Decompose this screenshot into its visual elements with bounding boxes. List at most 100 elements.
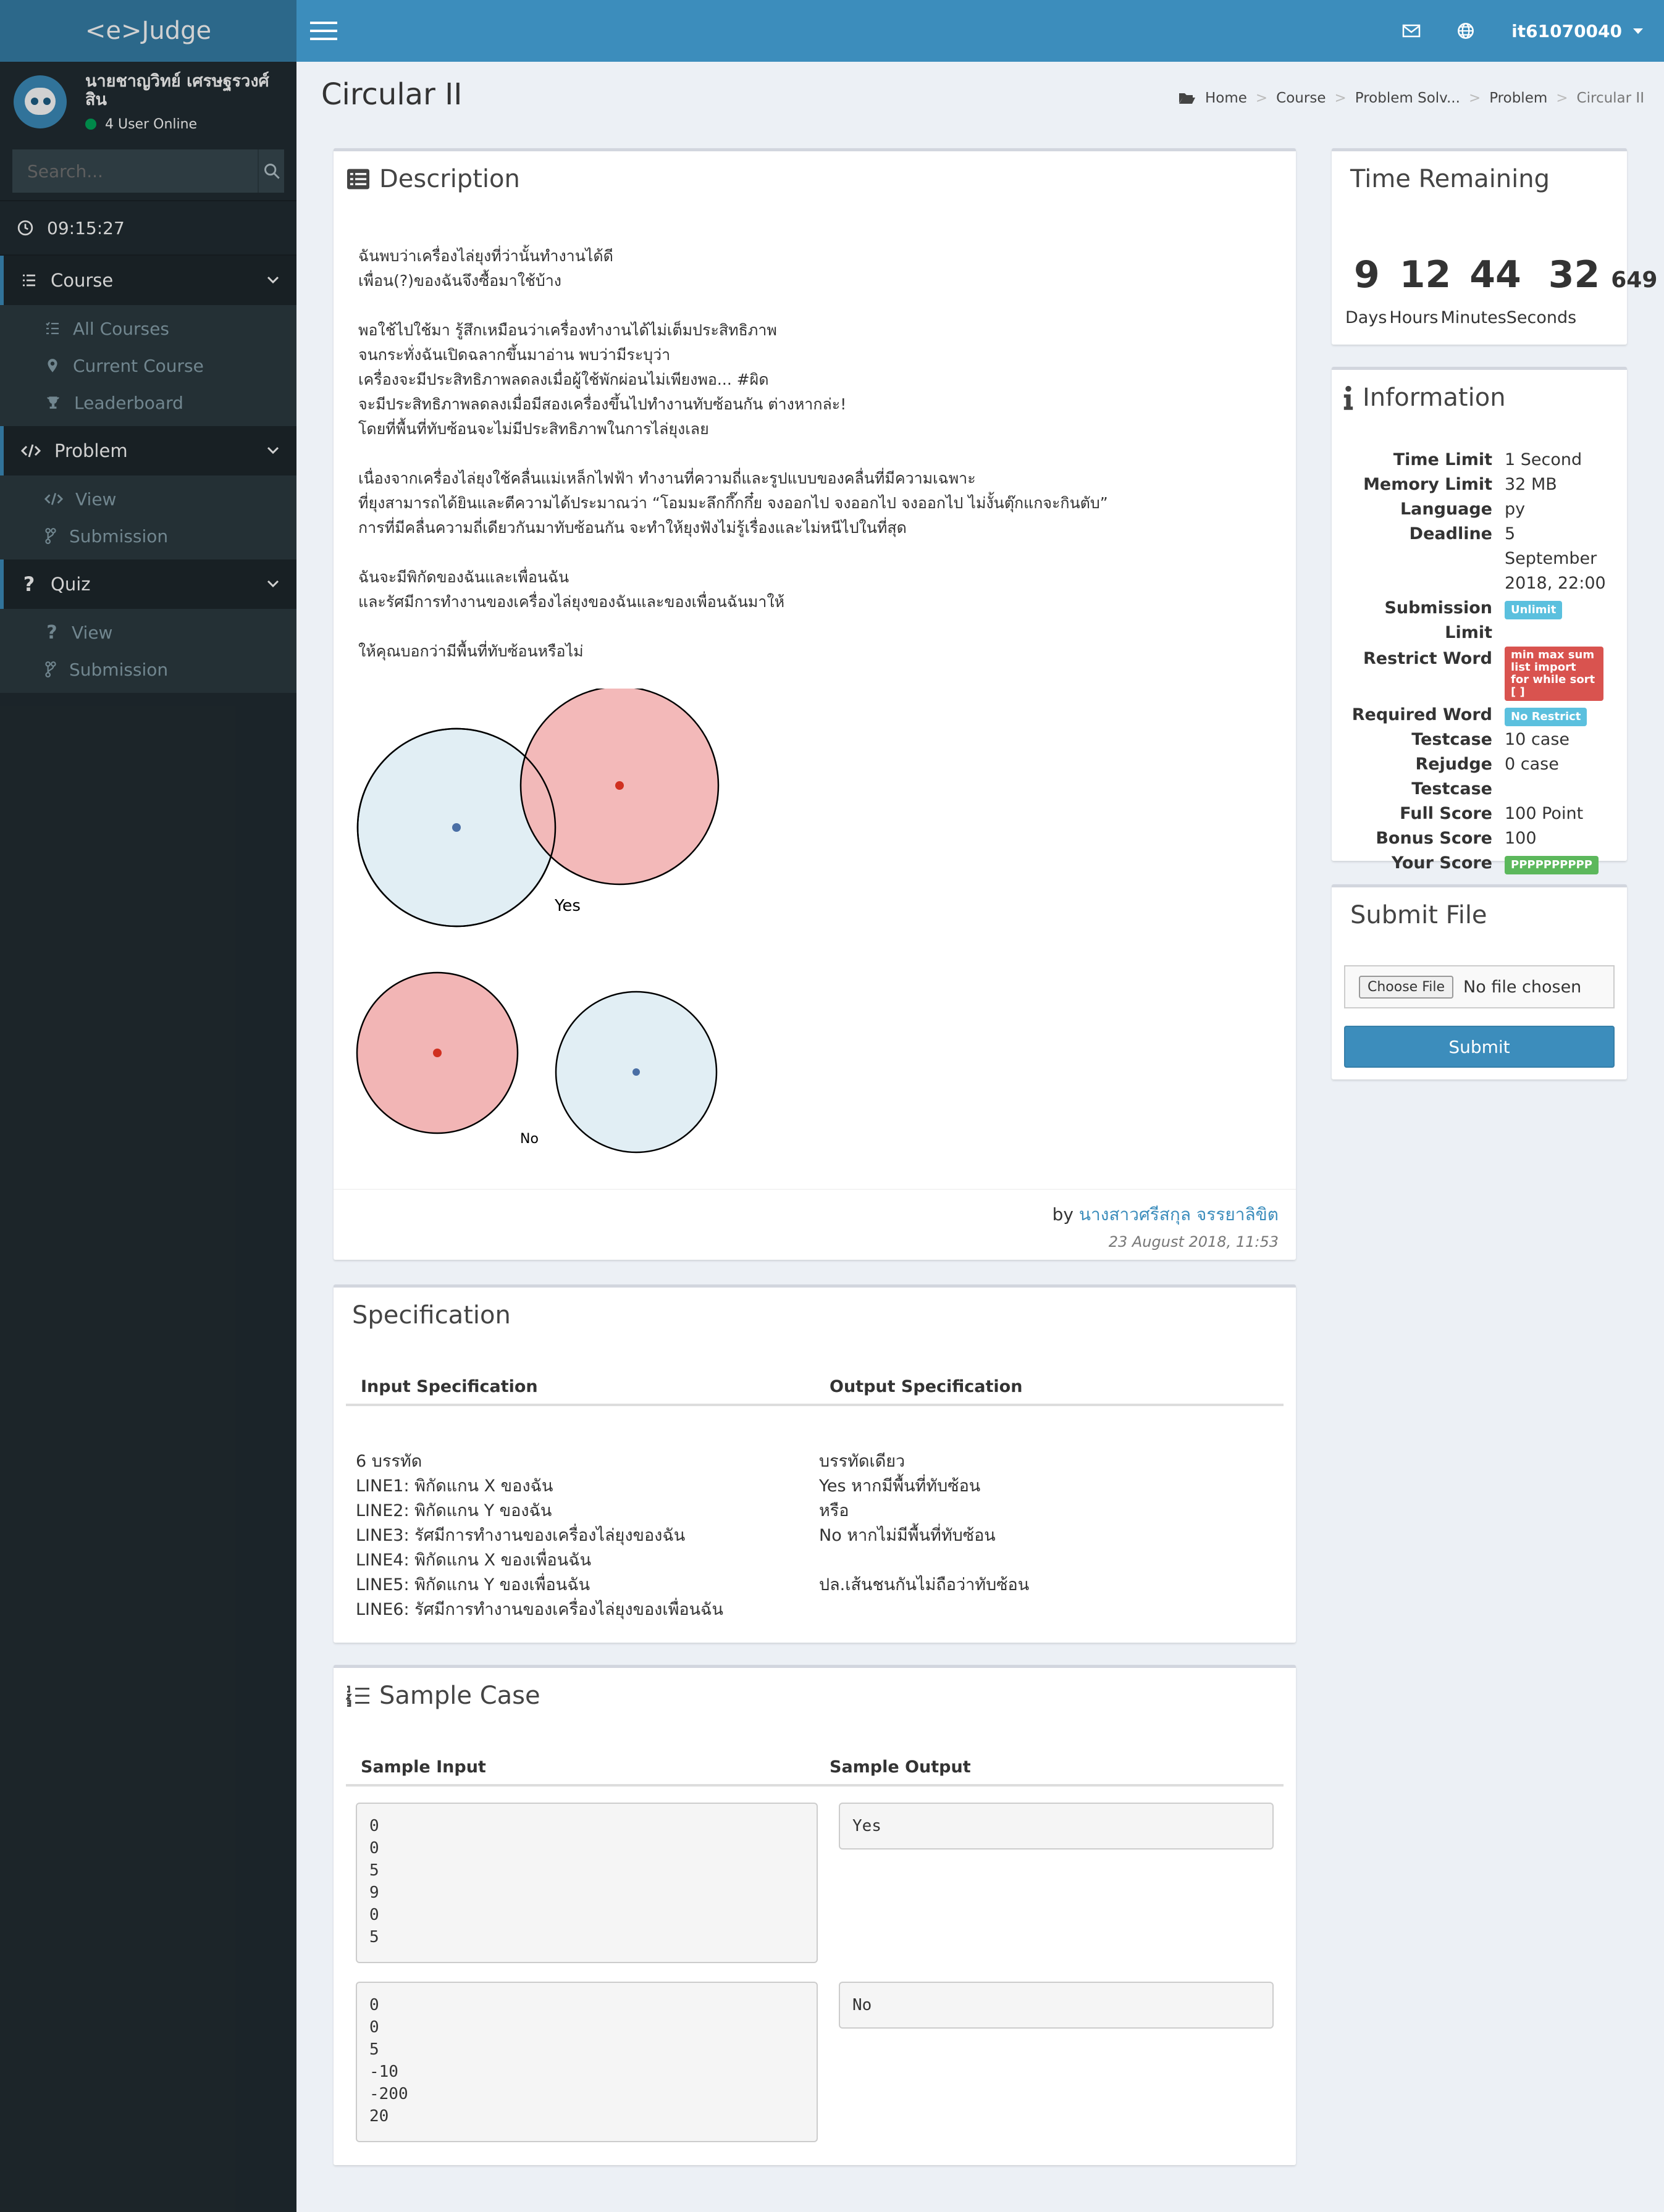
menu-problem[interactable]: Problem — [0, 426, 296, 475]
countdown-ms: 649 — [1611, 267, 1658, 293]
code-icon — [21, 444, 41, 458]
sidebar-item-quiz-view[interactable]: ? View — [0, 614, 296, 651]
label-minutes: Minutes — [1440, 308, 1506, 327]
username: it61070040 — [1511, 20, 1622, 41]
description-text: ฉันพบว่าเครื่องไล่ยุงที่ว่านั้นทำงานได้ด… — [358, 244, 1108, 664]
problem-submenu: View Submission — [0, 475, 296, 559]
sidebar-item-label: Leaderboard — [74, 392, 183, 413]
specification-title: Specification — [352, 1301, 511, 1330]
messages-button[interactable] — [1384, 0, 1439, 62]
sample-output-block: No — [839, 1982, 1274, 2029]
submit-button[interactable]: Submit — [1344, 1026, 1615, 1068]
info-key: Time Limit — [1393, 450, 1492, 469]
breadcrumb-course[interactable]: Course — [1276, 90, 1326, 106]
info-key: Rejudge Testcase — [1411, 755, 1492, 798]
user-menu-button[interactable]: it61070040 — [1493, 21, 1664, 41]
sidebar-toggle-icon[interactable] — [310, 22, 337, 40]
sample-input-header: Sample Input — [361, 1757, 486, 1777]
avatar — [14, 75, 67, 128]
figure-label-no: No — [520, 1131, 539, 1147]
list-ol-icon — [346, 1685, 369, 1707]
author-link[interactable]: นางสาวศรีสกุล จรรยาลิขิต — [1079, 1204, 1279, 1225]
brand-logo[interactable]: <e>Judge — [0, 0, 296, 62]
info-value: 5 September 2018, 22:00 — [1505, 524, 1606, 593]
search-button[interactable] — [258, 149, 284, 193]
description-divider — [334, 1189, 1296, 1190]
online-count: 4 User Online — [105, 116, 198, 132]
breadcrumb-problem-solving[interactable]: Problem Solv... — [1355, 90, 1460, 106]
info-key: Full Score — [1400, 804, 1492, 823]
info-value: 32 MB — [1505, 475, 1557, 494]
sidebar-item-current-course[interactable]: Current Course — [0, 347, 296, 384]
sample-header-row: Sample Input Sample Output — [346, 1749, 1284, 1787]
sidebar-search — [12, 149, 284, 193]
online-dot-icon — [85, 119, 96, 130]
info-value: 0 case — [1505, 755, 1559, 774]
menu-course[interactable]: Course — [0, 256, 296, 305]
code-icon — [44, 493, 63, 505]
specification-box: Specification Input Specification Output… — [334, 1284, 1296, 1643]
input-spec-text: 6 บรรทัด LINE1: พิกัดแกน X ของฉัน LINE2:… — [356, 1452, 723, 1619]
search-icon — [264, 164, 280, 179]
choose-file-button[interactable]: Choose File — [1359, 975, 1454, 999]
file-input[interactable]: Choose File No file chosen — [1344, 965, 1615, 1008]
countdown-hours: 12 — [1399, 253, 1452, 296]
info-key: Deadline — [1409, 524, 1492, 543]
info-row: Bonus Score 100 — [1332, 826, 1627, 851]
specification-body: 6 บรรทัด LINE1: พิกัดแกน X ของฉัน LINE2:… — [356, 1449, 1282, 1622]
info-icon — [1343, 385, 1353, 410]
breadcrumb-current: Circular II — [1576, 90, 1644, 106]
sidebar-item-label: All Courses — [73, 318, 169, 339]
sample-case-title: Sample Case — [379, 1682, 540, 1710]
info-row: Testcase 10 case — [1332, 727, 1627, 752]
chevron-down-icon — [267, 446, 279, 455]
information-table: Time Limit 1 Second Memory Limit 32 MB Lan… — [1332, 448, 1627, 876]
label-hours: Hours — [1389, 308, 1439, 327]
info-row: Memory Limit 32 MB — [1332, 472, 1627, 497]
info-row: Your Score PPPPPPPPPP — [1332, 851, 1627, 876]
info-key: Required Word — [1351, 705, 1492, 724]
trophy-icon — [47, 396, 59, 409]
code-fork-icon — [45, 528, 56, 544]
sidebar-item-leaderboard[interactable]: Leaderboard — [0, 384, 296, 421]
menu-quiz[interactable]: ? Quiz — [0, 559, 296, 609]
information-title: Information — [1363, 383, 1506, 412]
sample-case-header: Sample Case — [346, 1682, 540, 1710]
search-input[interactable] — [12, 149, 258, 193]
sample-output-block: Yes — [839, 1803, 1274, 1850]
info-value: 1 Second — [1505, 450, 1582, 469]
sidebar-item-label: Submission — [69, 526, 169, 547]
label-seconds: Seconds — [1506, 308, 1577, 327]
circles-figure: Yes No — [356, 689, 720, 1154]
sample-input-block: 0 0 5 9 0 5 — [356, 1803, 818, 1963]
sample-case-box: Sample Case Sample Input Sample Output 0… — [334, 1665, 1296, 2165]
sidebar-item-problem-view[interactable]: View — [0, 480, 296, 517]
menu-problem-label: Problem — [54, 440, 128, 461]
sidebar-item-all-courses[interactable]: All Courses — [0, 310, 296, 347]
info-key: Restrict Word — [1363, 649, 1492, 668]
breadcrumb-home[interactable]: Home — [1205, 90, 1247, 106]
clock-time: 09:15:27 — [47, 217, 125, 238]
specification-header-row: Input Specification Output Specification — [346, 1369, 1284, 1406]
info-key: Language — [1400, 500, 1492, 519]
page-title: Circular II — [321, 77, 463, 112]
breadcrumb: Home > Course > Problem Solv... > Proble… — [1178, 90, 1644, 106]
sidebar-item-label: Current Course — [73, 355, 204, 376]
center-dot — [452, 823, 461, 832]
output-spec-text: บรรทัดเดียว Yes หากมีพื้นที่ทับซ้อน หรือ… — [819, 1452, 1030, 1594]
sidebar: <e>Judge นายชาญวิทย์ เศรษฐรวงศ์สิน 4 Use… — [0, 0, 296, 2212]
countdown-labels: Days Hours Minutes Seconds — [1345, 308, 1576, 327]
sidebar-item-quiz-submission[interactable]: Submission — [0, 651, 296, 688]
description-header: Description — [346, 165, 520, 193]
time-remaining-title: Time Remaining — [1350, 165, 1550, 193]
sidebar-item-problem-submission[interactable]: Submission — [0, 517, 296, 555]
menu-quiz-label: Quiz — [51, 574, 91, 595]
description-title: Description — [379, 165, 520, 193]
online-status: 4 User Online — [85, 117, 289, 132]
breadcrumb-problem[interactable]: Problem — [1489, 90, 1547, 106]
post-date: 23 August 2018, 11:53 — [1108, 1233, 1279, 1251]
map-marker-icon — [48, 359, 57, 372]
info-key: Memory Limit — [1363, 475, 1492, 494]
language-button[interactable] — [1439, 0, 1493, 62]
required-word-badge: No Restrict — [1505, 708, 1587, 726]
